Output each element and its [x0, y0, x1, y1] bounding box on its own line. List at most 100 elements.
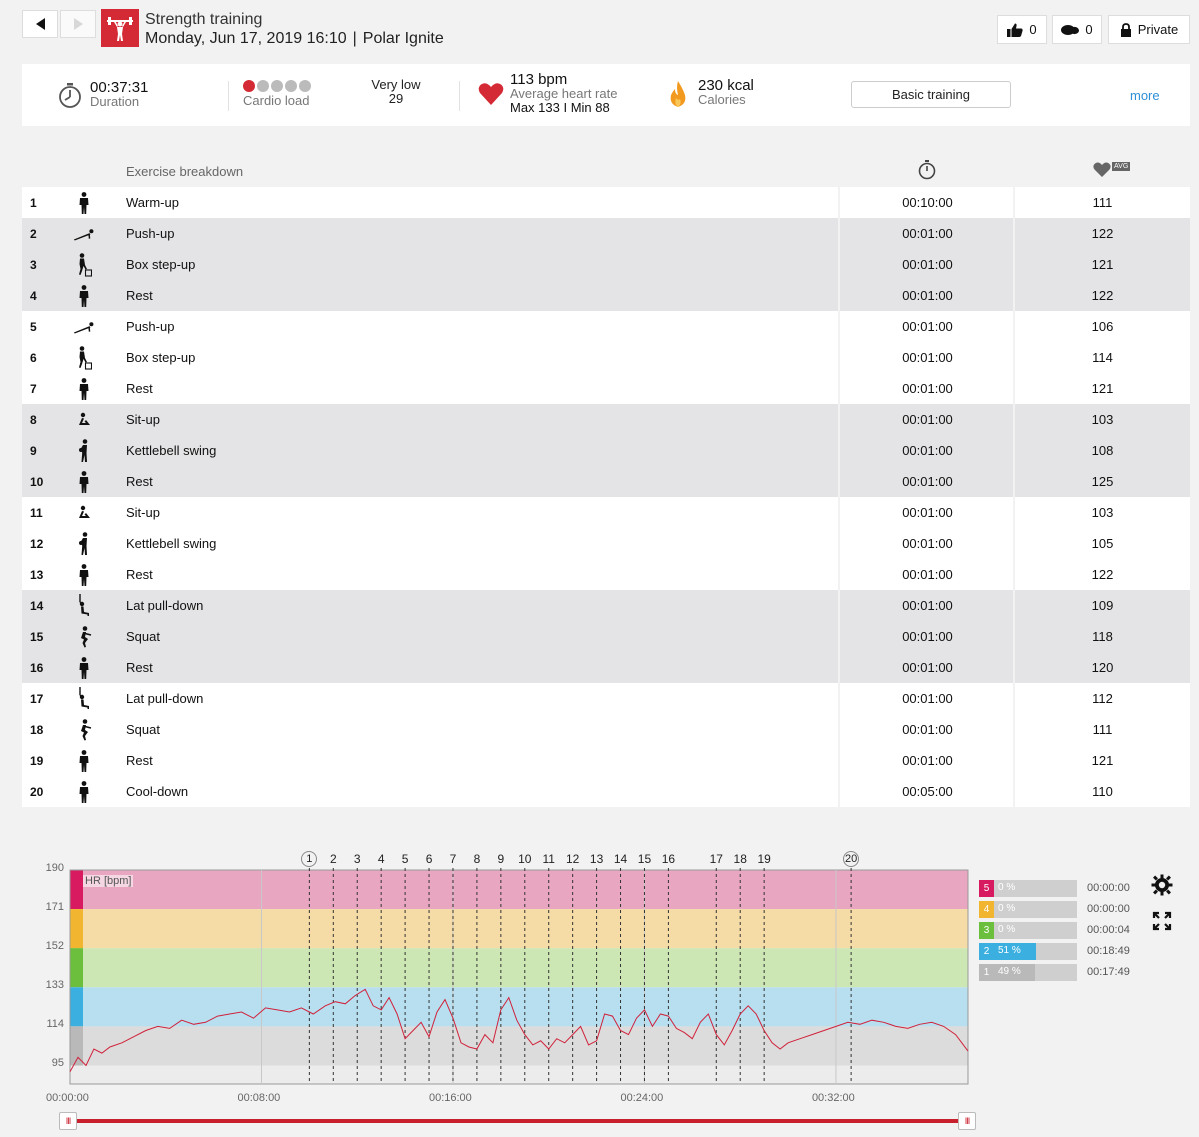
row-number: 19	[30, 754, 44, 768]
training-benefit-button[interactable]: Basic training	[851, 81, 1011, 108]
heart-icon	[478, 83, 504, 105]
time-range-track[interactable]	[68, 1119, 968, 1123]
table-row[interactable]: 4 Rest 00:01:00 122	[22, 280, 1190, 311]
exercise-name: Sit-up	[126, 412, 160, 427]
table-row[interactable]: 10 Rest 00:01:00 125	[22, 466, 1190, 497]
forward-button[interactable]	[60, 10, 96, 38]
exercise-name: Rest	[126, 288, 153, 303]
table-row[interactable]: 3 Box step-up 00:01:00 121	[22, 249, 1190, 280]
exercise-marker-label: 18	[733, 852, 747, 866]
zone-summary-row: 2 51 %	[979, 943, 1077, 960]
cardio-dot	[285, 80, 297, 92]
table-row[interactable]: 14 Lat pull-down 00:01:00 109	[22, 590, 1190, 621]
exercise-marker-label: 6	[425, 852, 433, 866]
stopwatch-icon	[918, 160, 936, 180]
exercise-marker-label: 4	[377, 852, 385, 866]
more-link[interactable]: more	[1130, 88, 1160, 103]
privacy-button[interactable]: Private	[1108, 15, 1190, 44]
load-level: Very low	[371, 77, 421, 92]
hr-chart-panel: 190 171 152 133 114 95 00:00:00 00:08:00 00:16:0…	[0, 840, 1199, 1137]
exercise-marker-label: 16	[661, 852, 676, 866]
table-row[interactable]: 19 Rest 00:01:00 121	[22, 745, 1190, 776]
hr-average-value: 113 bpm	[510, 71, 568, 88]
exercise-table-header: Exercise breakdown AVG	[0, 158, 1199, 184]
zone-percent: 49 %	[998, 966, 1021, 977]
zone-summary-row: 3 0 %	[979, 922, 1077, 939]
squat-icon	[72, 718, 96, 742]
zone-summary-row: 4 0 %	[979, 901, 1077, 918]
table-row[interactable]: 5 Push-up 00:01:00 106	[22, 311, 1190, 342]
cardio-dot	[299, 80, 311, 92]
exercise-duration: 00:01:00	[902, 660, 953, 675]
standing-person-icon	[72, 191, 96, 215]
row-number: 1	[30, 196, 37, 210]
y-tick-label: 95	[51, 1057, 64, 1070]
cardio-load-dots	[243, 80, 311, 92]
table-row[interactable]: 1 Warm-up 00:10:00 111	[22, 187, 1190, 218]
range-handle-end[interactable]: III	[958, 1112, 976, 1130]
zone-share-bar: 0 %	[994, 880, 1077, 897]
exercise-marker-label: 14	[613, 852, 628, 866]
table-row[interactable]: 15 Squat 00:01:00 118	[22, 621, 1190, 652]
lock-icon	[1120, 22, 1131, 37]
exercise-avg-hr: 106	[1091, 319, 1114, 334]
exercise-marker-label: 17	[709, 852, 723, 866]
exercise-avg-hr: 111	[1092, 195, 1113, 210]
comment-button[interactable]: 0	[1052, 15, 1102, 44]
heart-icon	[1093, 162, 1111, 177]
table-row[interactable]: 12 Kettlebell swing 00:01:00 105	[22, 528, 1190, 559]
table-row[interactable]: 17 Lat pull-down 00:01:00 112	[22, 683, 1190, 714]
exercise-marker-label: 2	[329, 852, 337, 866]
exercise-avg-hr: 122	[1091, 567, 1114, 582]
zone-share-bar: 51 %	[994, 943, 1077, 960]
exercise-avg-hr: 121	[1091, 381, 1114, 396]
zone-number: 2	[979, 943, 994, 960]
table-row[interactable]: 16 Rest 00:01:00 120	[22, 652, 1190, 683]
fullscreen-button[interactable]	[1149, 908, 1175, 934]
exercise-duration: 00:01:00	[902, 722, 953, 737]
exercise-avg-hr: 111	[1092, 722, 1113, 737]
x-tick-label: 00:24:00	[620, 1092, 664, 1104]
exercise-name: Rest	[126, 660, 153, 675]
table-row[interactable]: 18 Squat 00:01:00 111	[22, 714, 1190, 745]
box-stepup-icon	[72, 253, 96, 277]
exercise-duration: 00:01:00	[902, 753, 953, 768]
exercise-duration: 00:01:00	[902, 629, 953, 644]
table-row[interactable]: 20 Cool-down 00:05:00 110	[22, 776, 1190, 807]
settings-button[interactable]	[1149, 872, 1175, 898]
exercise-avg-hr: 114	[1092, 350, 1113, 365]
exercise-marker-label: 8	[473, 852, 481, 866]
table-row[interactable]: 13 Rest 00:01:00 122	[22, 559, 1190, 590]
thumbs-up-icon	[1007, 23, 1023, 37]
exercise-name: Rest	[126, 753, 153, 768]
zone-number: 4	[979, 901, 994, 918]
table-row[interactable]: 8 Sit-up 00:01:00 103	[22, 404, 1190, 435]
table-row[interactable]: 6 Box step-up 00:01:00 114	[22, 342, 1190, 373]
comment-count: 0	[1085, 22, 1093, 37]
pushup-icon	[72, 315, 96, 339]
table-row[interactable]: 11 Sit-up 00:01:00 103	[22, 497, 1190, 528]
row-number: 8	[30, 413, 37, 427]
exercise-name: Push-up	[126, 319, 175, 334]
x-tick-label: 00:00:00	[46, 1092, 89, 1104]
exercise-avg-hr: 120	[1091, 660, 1114, 675]
range-handle-start[interactable]: III	[59, 1112, 77, 1130]
exercise-name: Squat	[126, 629, 160, 644]
hr-average-label: Average heart rate	[510, 86, 618, 101]
exercise-duration: 00:01:00	[902, 319, 953, 334]
table-row[interactable]: 2 Push-up 00:01:00 122	[22, 218, 1190, 249]
back-button[interactable]	[22, 10, 58, 38]
table-row[interactable]: 9 Kettlebell swing 00:01:00 108	[22, 435, 1190, 466]
session-date: Monday, Jun 17, 2019 16:10	[145, 30, 347, 47]
duration-value: 00:37:31	[90, 79, 149, 96]
like-button[interactable]: 0	[997, 15, 1047, 44]
row-number: 14	[30, 599, 44, 613]
exercise-marker-label: 12	[565, 852, 580, 866]
table-row[interactable]: 7 Rest 00:01:00 121	[22, 373, 1190, 404]
row-number: 7	[30, 382, 37, 396]
cardio-load-label: Cardio load	[243, 93, 310, 108]
exercise-name: Warm-up	[126, 195, 179, 210]
exercise-duration: 00:01:00	[902, 350, 953, 365]
exercise-duration: 00:05:00	[902, 784, 953, 799]
zone-number: 3	[979, 922, 994, 939]
